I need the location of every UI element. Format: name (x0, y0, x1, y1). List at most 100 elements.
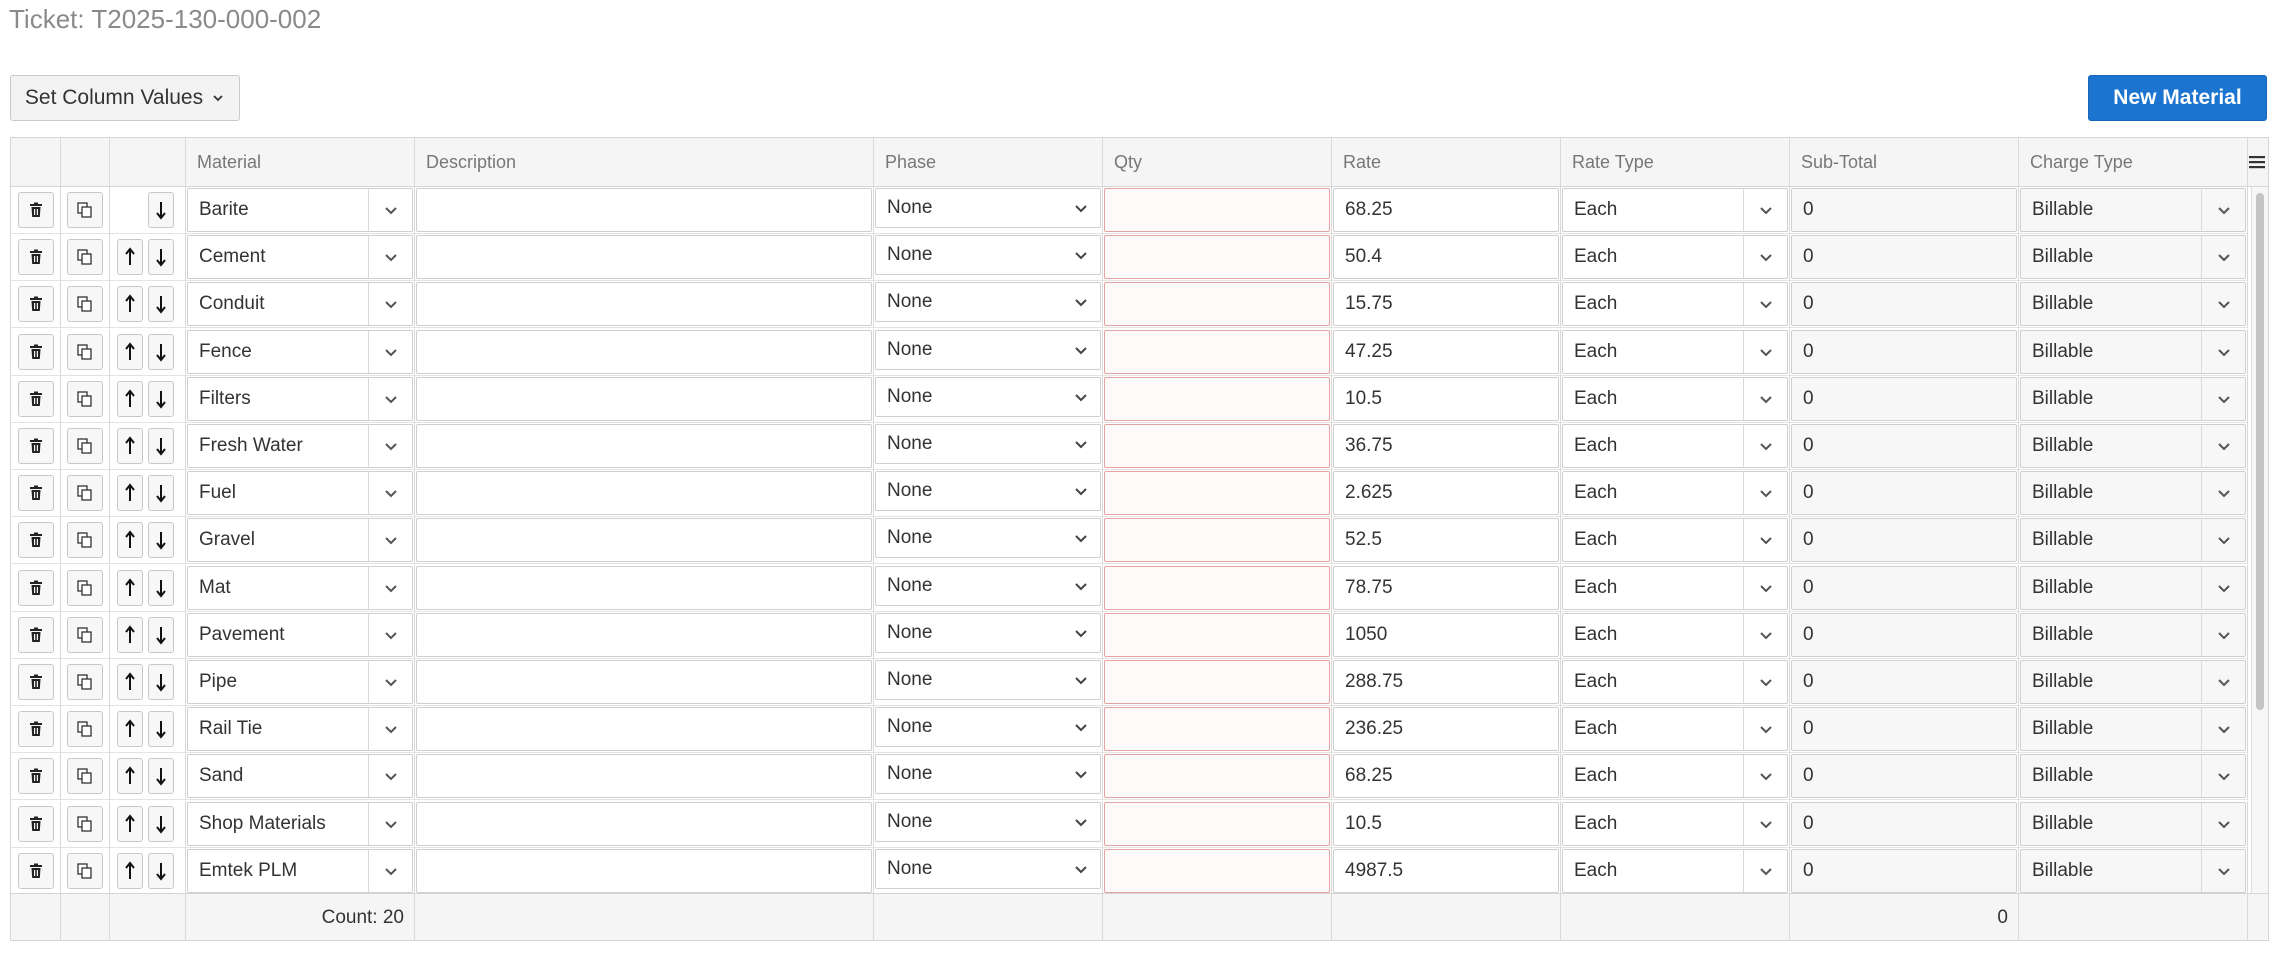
rate-type-dropdown-button[interactable] (1743, 377, 1787, 420)
delete-row-button[interactable] (18, 758, 54, 795)
qty-input[interactable] (1104, 801, 1330, 846)
material-dropdown-button[interactable] (368, 283, 412, 326)
material-dropdown-button[interactable] (368, 236, 412, 279)
move-up-button[interactable] (117, 239, 143, 276)
copy-row-button[interactable] (67, 664, 103, 700)
material-dropdown-button[interactable] (368, 189, 412, 231)
rate-type-dropdown-button[interactable] (1743, 283, 1787, 326)
qty-input[interactable] (1104, 376, 1330, 421)
rate-type-select[interactable]: Each (1562, 518, 1788, 563)
description-input[interactable] (416, 754, 872, 799)
material-dropdown-button[interactable] (368, 849, 412, 892)
phase-dropdown-button[interactable] (1062, 519, 1100, 557)
rate-type-select[interactable]: Each (1562, 848, 1788, 893)
charge-type-select[interactable]: Billable (2020, 282, 2246, 327)
move-down-button[interactable] (148, 286, 174, 323)
phase-dropdown-button[interactable] (1062, 850, 1100, 888)
phase-dropdown-button[interactable] (1062, 283, 1100, 321)
qty-input[interactable] (1104, 188, 1330, 232)
copy-row-button[interactable] (67, 192, 103, 228)
phase-dropdown-button[interactable] (1062, 236, 1100, 274)
charge-type-select[interactable]: Billable (2020, 471, 2246, 516)
material-select[interactable]: Gravel (187, 518, 413, 563)
rate-input[interactable]: 68.25 (1333, 754, 1559, 799)
rate-input[interactable]: 1050 (1333, 612, 1559, 657)
copy-row-button[interactable] (67, 616, 103, 653)
phase-select[interactable]: None (875, 565, 1101, 606)
phase-dropdown-button[interactable] (1062, 567, 1100, 605)
charge-type-dropdown-button[interactable] (2201, 566, 2245, 609)
description-input[interactable] (416, 376, 872, 421)
rate-type-dropdown-button[interactable] (1743, 802, 1787, 845)
rate-type-select[interactable]: Each (1562, 329, 1788, 374)
copy-row-button[interactable] (67, 522, 103, 559)
phase-dropdown-button[interactable] (1062, 331, 1100, 369)
move-down-button[interactable] (148, 380, 174, 417)
material-select[interactable]: Fresh Water (187, 424, 413, 468)
charge-type-dropdown-button[interactable] (2201, 425, 2245, 467)
charge-type-dropdown-button[interactable] (2201, 189, 2245, 231)
charge-type-dropdown-button[interactable] (2201, 472, 2245, 515)
description-input[interactable] (416, 471, 872, 516)
copy-row-button[interactable] (67, 475, 103, 512)
hamburger-menu-icon[interactable] (2248, 153, 2266, 171)
rate-type-select[interactable]: Each (1562, 754, 1788, 799)
rate-input[interactable]: 36.75 (1333, 424, 1559, 468)
phase-select[interactable]: None (875, 235, 1101, 276)
move-up-button[interactable] (117, 616, 143, 653)
copy-row-button[interactable] (67, 239, 103, 276)
rate-type-dropdown-button[interactable] (1743, 425, 1787, 467)
copy-row-button[interactable] (67, 380, 103, 417)
move-down-button[interactable] (148, 569, 174, 606)
description-input[interactable] (416, 329, 872, 374)
phase-select[interactable]: None (875, 754, 1101, 795)
move-up-button[interactable] (117, 758, 143, 795)
move-up-button[interactable] (117, 805, 143, 842)
move-down-button[interactable] (148, 333, 174, 370)
charge-type-select[interactable]: Billable (2020, 376, 2246, 421)
material-dropdown-button[interactable] (368, 661, 412, 703)
material-dropdown-button[interactable] (368, 330, 412, 373)
phase-select[interactable]: None (875, 376, 1101, 417)
phase-select[interactable]: None (875, 518, 1101, 559)
material-select[interactable]: Emtek PLM (187, 848, 413, 893)
delete-row-button[interactable] (18, 475, 54, 512)
charge-type-select[interactable]: Billable (2020, 848, 2246, 893)
move-up-button[interactable] (117, 522, 143, 559)
rate-type-dropdown-button[interactable] (1743, 236, 1787, 279)
description-input[interactable] (416, 848, 872, 893)
rate-type-select[interactable]: Each (1562, 801, 1788, 846)
rate-input[interactable]: 236.25 (1333, 707, 1559, 752)
charge-type-dropdown-button[interactable] (2201, 519, 2245, 562)
charge-type-select[interactable]: Billable (2020, 707, 2246, 752)
move-down-button[interactable] (148, 239, 174, 276)
delete-row-button[interactable] (18, 569, 54, 606)
rate-type-select[interactable]: Each (1562, 612, 1788, 657)
qty-input[interactable] (1104, 471, 1330, 516)
rate-type-dropdown-button[interactable] (1743, 472, 1787, 515)
qty-input[interactable] (1104, 754, 1330, 799)
rate-input[interactable]: 47.25 (1333, 329, 1559, 374)
material-select[interactable]: Mat (187, 565, 413, 610)
rate-type-select[interactable]: Each (1562, 376, 1788, 421)
description-input[interactable] (416, 424, 872, 468)
material-select[interactable]: Pipe (187, 660, 413, 704)
rate-type-dropdown-button[interactable] (1743, 661, 1787, 703)
rate-input[interactable]: 10.5 (1333, 376, 1559, 421)
rate-input[interactable]: 78.75 (1333, 565, 1559, 610)
phase-dropdown-button[interactable] (1062, 708, 1100, 746)
qty-input[interactable] (1104, 424, 1330, 468)
qty-input[interactable] (1104, 707, 1330, 752)
rate-type-select[interactable]: Each (1562, 660, 1788, 704)
description-input[interactable] (416, 188, 872, 232)
charge-type-dropdown-button[interactable] (2201, 802, 2245, 845)
phase-select[interactable]: None (875, 707, 1101, 748)
charge-type-dropdown-button[interactable] (2201, 236, 2245, 279)
material-dropdown-button[interactable] (368, 802, 412, 845)
copy-row-button[interactable] (67, 805, 103, 842)
delete-row-button[interactable] (18, 333, 54, 370)
phase-select[interactable]: None (875, 188, 1101, 228)
charge-type-select[interactable]: Billable (2020, 660, 2246, 704)
material-select[interactable]: Conduit (187, 282, 413, 327)
material-dropdown-button[interactable] (368, 472, 412, 515)
